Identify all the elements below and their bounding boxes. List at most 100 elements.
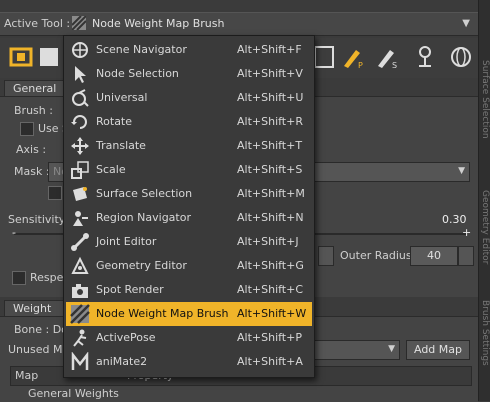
weight-brush-icon — [70, 304, 90, 324]
menu-item-scale[interactable]: Scale Alt+Shift+S — [66, 158, 312, 182]
translate-icon — [71, 137, 89, 155]
menu-item-surface-selection[interactable]: Surface Selection Alt+Shift+M — [66, 182, 312, 206]
weight-brush-icon — [72, 16, 86, 30]
general-weights-row[interactable]: General Weights — [28, 387, 119, 400]
active-tool-dropdown[interactable]: Node Weight Map Brush ▼ — [68, 15, 472, 32]
menu-item-translate[interactable]: Translate Alt+Shift+T — [66, 134, 312, 158]
inner-radius-spinner[interactable] — [318, 246, 334, 266]
menu-item-shortcut: Alt+Shift+F — [237, 43, 302, 56]
use-checkbox[interactable] — [20, 122, 34, 136]
menu-item-node-weight-map-brush[interactable]: Node Weight Map Brush Alt+Shift+W — [66, 302, 312, 326]
menu-item-universal[interactable]: Universal Alt+Shift+U — [66, 86, 312, 110]
pane-label[interactable]: Surface Selection — [480, 60, 490, 139]
unused-maps-label: Unused Ma — [8, 343, 70, 356]
general-tab[interactable]: General — [4, 80, 72, 97]
menu-item-label: Node Selection — [96, 67, 179, 80]
unused-maps-dropdown[interactable]: ▼ — [310, 340, 400, 360]
menu-item-label: Scene Navigator — [96, 43, 187, 56]
sensitivity-value: 0.30 — [442, 213, 467, 226]
activepose-icon — [73, 329, 87, 347]
spot-render-icon — [72, 284, 88, 298]
pin-icon[interactable] — [412, 44, 438, 70]
menu-item-label: aniMate2 — [96, 355, 148, 368]
menu-item-shortcut: Alt+Shift+A — [237, 355, 303, 368]
tool-icon[interactable] — [36, 44, 62, 70]
menu-item-joint-editor[interactable]: Joint Editor Alt+Shift+J — [66, 230, 312, 254]
menu-item-label: Spot Render — [96, 283, 164, 296]
chevron-down-icon: ▼ — [458, 166, 465, 176]
menu-item-geometry-editor[interactable]: Geometry Editor Alt+Shift+G — [66, 254, 312, 278]
mask-checkbox[interactable] — [48, 186, 62, 200]
scene-tool-icon[interactable] — [8, 44, 34, 70]
axis-label: Axis : — [16, 143, 47, 156]
geometry-editor-icon — [71, 256, 89, 274]
menu-item-label: Region Navigator — [96, 211, 191, 224]
menu-item-node-selection[interactable]: Node Selection Alt+Shift+V — [66, 62, 312, 86]
menu-item-shortcut: Alt+Shift+U — [237, 91, 304, 104]
chevron-down-icon: ▼ — [462, 18, 470, 29]
menu-item-label: Node Weight Map Brush — [96, 307, 229, 320]
active-tool-label: Active Tool : — [4, 17, 71, 30]
scene-navigator-icon — [72, 42, 88, 58]
animate2-icon — [71, 352, 89, 370]
menu-item-label: Geometry Editor — [96, 259, 187, 272]
menu-item-label: Joint Editor — [96, 235, 157, 248]
respect-checkbox[interactable] — [12, 271, 26, 285]
menu-item-shortcut: Alt+Shift+M — [237, 187, 305, 200]
menu-item-spot-render[interactable]: Spot Render Alt+Shift+C — [66, 278, 312, 302]
pane-label[interactable]: Brush Settings — [480, 300, 490, 366]
joint-editor-icon — [71, 233, 89, 251]
rotate-icon — [71, 115, 87, 129]
outer-radius-field[interactable]: 40 — [410, 246, 458, 266]
mask-label: Mask : — [14, 165, 50, 178]
outer-radius-spinner[interactable] — [458, 246, 474, 266]
respect-label: Respe — [30, 271, 64, 284]
menu-item-region-navigator[interactable]: Region Navigator Alt+Shift+N — [66, 206, 312, 230]
globe-icon[interactable] — [448, 44, 474, 70]
menu-item-label: Universal — [96, 91, 148, 104]
map-column-header[interactable]: Map — [15, 369, 38, 382]
minus-icon[interactable]: - — [12, 226, 16, 239]
menu-item-animate2[interactable]: aniMate2 Alt+Shift+A — [66, 350, 312, 374]
menu-item-shortcut: Alt+Shift+P — [237, 331, 302, 344]
active-tool-bar: Active Tool : Node Weight Map Brush ▼ — [0, 12, 478, 36]
active-tool-menu: Scene Navigator Alt+Shift+F Node Selection… — [63, 35, 315, 378]
svg-text:P: P — [358, 61, 363, 70]
menu-item-activepose[interactable]: ActivePose Alt+Shift+P — [66, 326, 312, 350]
menu-item-shortcut: Alt+Shift+G — [237, 259, 304, 272]
right-pane-strip: Surface Selection Geometry Editor Brush … — [478, 0, 490, 401]
menu-item-shortcut: Alt+Shift+W — [237, 307, 307, 320]
tool-icon[interactable] — [312, 44, 338, 70]
brush-label: Brush : — [14, 104, 53, 117]
menu-item-label: ActivePose — [96, 331, 156, 344]
outer-radius-label: Outer Radius : — [340, 249, 419, 262]
cursor-icon — [75, 66, 86, 83]
menu-item-shortcut: Alt+Shift+C — [237, 283, 304, 296]
pane-label[interactable]: Geometry Editor — [480, 190, 490, 264]
chevron-down-icon: ▼ — [388, 344, 395, 354]
sensitivity-label: Sensitivity — [8, 213, 66, 226]
menu-item-label: Translate — [96, 139, 146, 152]
svg-text:S: S — [392, 61, 397, 70]
menu-item-shortcut: Alt+Shift+S — [237, 163, 303, 176]
plus-icon[interactable]: + — [462, 226, 471, 239]
scale-icon — [71, 161, 89, 179]
weight-map-tab[interactable]: Weight Ma — [4, 300, 72, 317]
menu-item-shortcut: Alt+Shift+J — [237, 235, 299, 248]
universal-icon — [72, 89, 89, 107]
menu-item-rotate[interactable]: Rotate Alt+Shift+R — [66, 110, 312, 134]
paint-p-icon[interactable]: P — [340, 44, 366, 70]
menu-item-label: Scale — [96, 163, 126, 176]
menu-item-shortcut: Alt+Shift+R — [237, 115, 303, 128]
menu-item-label: Surface Selection — [96, 187, 193, 200]
menu-item-shortcut: Alt+Shift+V — [237, 67, 303, 80]
add-map-button[interactable]: Add Map — [406, 340, 470, 360]
menu-item-shortcut: Alt+Shift+T — [237, 139, 303, 152]
region-navigator-icon — [73, 211, 88, 226]
paint-s-icon[interactable]: S — [374, 44, 400, 70]
menu-item-shortcut: Alt+Shift+N — [237, 211, 304, 224]
active-tool-value: Node Weight Map Brush — [92, 17, 225, 30]
menu-item-scene-navigator[interactable]: Scene Navigator Alt+Shift+F — [66, 38, 312, 62]
surface-selection-icon — [73, 187, 87, 201]
menu-item-label: Rotate — [96, 115, 133, 128]
